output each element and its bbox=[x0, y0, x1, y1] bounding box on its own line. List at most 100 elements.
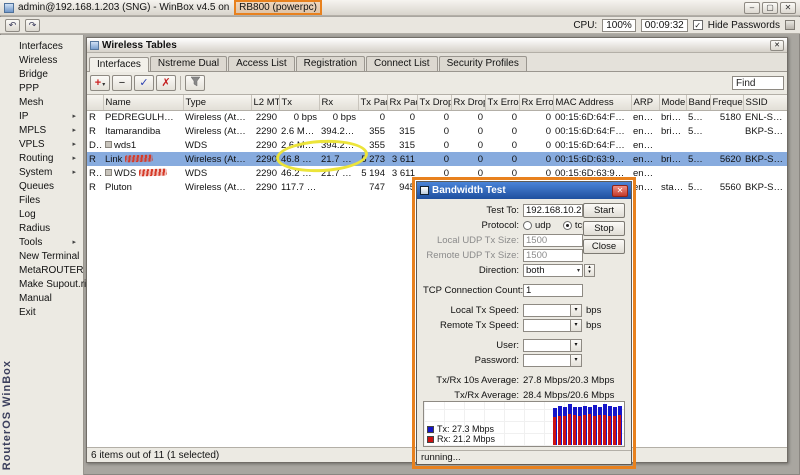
local-tx-dropdown-icon[interactable]: ▾ bbox=[571, 304, 582, 317]
table-cell: 5GHz bbox=[686, 124, 710, 138]
sidebar-item-routing[interactable]: Routing▸ bbox=[16, 152, 81, 166]
avg-value: 28.4 Mbps/20.6 Mbps bbox=[523, 390, 614, 401]
remote-tx-dropdown-icon[interactable]: ▾ bbox=[571, 319, 582, 332]
column-header[interactable]: Tx Drops bbox=[417, 95, 451, 110]
dialog-close-icon[interactable]: ✕ bbox=[612, 185, 628, 197]
sidebar-item-queues[interactable]: Queues bbox=[16, 180, 81, 194]
column-header[interactable]: Rx Errors bbox=[519, 95, 553, 110]
password-input[interactable] bbox=[523, 354, 571, 367]
column-header[interactable]: Tx Errors bbox=[485, 95, 519, 110]
sidebar-item-mesh[interactable]: Mesh bbox=[16, 96, 81, 110]
table-cell: 2290 bbox=[251, 124, 279, 138]
tab-access-list[interactable]: Access List bbox=[228, 56, 295, 71]
filter-icon[interactable] bbox=[185, 75, 205, 91]
maximize-button[interactable]: ▢ bbox=[762, 2, 778, 14]
remote-tx-speed-input[interactable] bbox=[523, 319, 571, 332]
undo-icon[interactable]: ↶ bbox=[5, 19, 20, 32]
redaction-mark bbox=[125, 155, 153, 163]
bandwidth-dialog-titlebar[interactable]: Bandwidth Test ✕ bbox=[417, 182, 631, 199]
column-header[interactable]: Mode bbox=[659, 95, 686, 110]
sidebar-item-files[interactable]: Files bbox=[16, 194, 81, 208]
interface-row[interactable]: RAWDSWDS229046.2 Mbps21.7 Mbps5 1943 611… bbox=[87, 166, 787, 180]
wireless-tables-titlebar[interactable]: Wireless Tables ✕ bbox=[87, 38, 787, 53]
column-header[interactable] bbox=[87, 95, 103, 110]
disable-button[interactable]: ✗ bbox=[156, 75, 176, 91]
table-cell: BKP-SN... bbox=[743, 180, 787, 194]
table-cell: enabled bbox=[631, 166, 659, 180]
add-button[interactable]: +▾ bbox=[90, 75, 110, 91]
stop-button[interactable]: Stop bbox=[583, 221, 625, 236]
sidebar-item-ip[interactable]: IP▸ bbox=[16, 110, 81, 124]
sidebar-item-wireless[interactable]: Wireless bbox=[16, 54, 81, 68]
table-cell: 00:15:6D:63:93:AB bbox=[553, 152, 631, 166]
hide-passwords-checkbox[interactable]: ✓ bbox=[693, 20, 703, 30]
start-button[interactable]: Start bbox=[583, 203, 625, 218]
interface-row[interactable]: RPEDREGULHO-CACA...Wireless (Atheros AR5… bbox=[87, 110, 787, 124]
column-header[interactable]: Band bbox=[686, 95, 710, 110]
column-header[interactable]: Tx bbox=[279, 95, 319, 110]
test-to-input[interactable]: 192.168.10.2 bbox=[523, 204, 583, 217]
tab-interfaces[interactable]: Interfaces bbox=[89, 57, 149, 72]
column-header[interactable]: Type bbox=[183, 95, 251, 110]
table-cell: R bbox=[87, 110, 103, 124]
find-button[interactable]: Find bbox=[732, 76, 784, 90]
column-header[interactable]: L2 MTU bbox=[251, 95, 279, 110]
user-dropdown-icon[interactable]: ▾ bbox=[571, 339, 582, 352]
sidebar-item-label: Bridge bbox=[19, 68, 48, 82]
wireless-close-icon[interactable]: ✕ bbox=[770, 40, 784, 51]
sidebar-item-system[interactable]: System▸ bbox=[16, 166, 81, 180]
minimize-button[interactable]: – bbox=[744, 2, 760, 14]
column-header[interactable]: ARP bbox=[631, 95, 659, 110]
sidebar-item-metarouter[interactable]: MetaROUTER bbox=[16, 264, 81, 278]
interface-row[interactable]: RLinkWireless (Atheros AR5...229046.8 Mb… bbox=[87, 152, 787, 166]
submenu-arrow-icon: ▸ bbox=[72, 110, 76, 124]
sidebar-item-vpls[interactable]: VPLS▸ bbox=[16, 138, 81, 152]
sidebar-item-log[interactable]: Log bbox=[16, 208, 81, 222]
column-header[interactable]: Frequen... bbox=[710, 95, 743, 110]
tab-security-profiles[interactable]: Security Profiles bbox=[439, 56, 527, 71]
direction-select[interactable]: both ▾ bbox=[523, 264, 583, 277]
test-to-label: Test To: bbox=[423, 205, 523, 216]
close-icon[interactable]: ✕ bbox=[780, 2, 796, 14]
protocol-tcp-radio[interactable] bbox=[563, 221, 572, 230]
sidebar-item-exit[interactable]: Exit bbox=[16, 306, 81, 320]
column-header[interactable]: Tx Pac... bbox=[358, 95, 387, 110]
tcp-count-input[interactable]: 1 bbox=[523, 284, 583, 297]
redo-icon[interactable]: ↷ bbox=[25, 19, 40, 32]
tab-connect-list[interactable]: Connect List bbox=[366, 56, 438, 71]
remove-button[interactable]: − bbox=[112, 75, 132, 91]
close-button[interactable]: Close bbox=[583, 239, 625, 254]
sidebar-item-manual[interactable]: Manual bbox=[16, 292, 81, 306]
column-header[interactable]: SSID bbox=[743, 95, 787, 110]
user-input[interactable] bbox=[523, 339, 571, 352]
sidebar-item-bridge[interactable]: Bridge bbox=[16, 68, 81, 82]
interface-row[interactable]: DRAwds1WDS22902.6 Mbps394.2 kbps35531500… bbox=[87, 138, 787, 152]
sidebar-item-new-terminal[interactable]: New Terminal bbox=[16, 250, 81, 264]
password-dropdown-icon[interactable]: ▾ bbox=[571, 354, 582, 367]
sidebar-item-mpls[interactable]: MPLS▸ bbox=[16, 124, 81, 138]
tab-nstreme-dual[interactable]: Nstreme Dual bbox=[150, 56, 227, 71]
column-header[interactable]: Rx bbox=[319, 95, 358, 110]
interface-row[interactable]: RItamarandibaWireless (Atheros AR5...229… bbox=[87, 124, 787, 138]
column-header[interactable]: MAC Address bbox=[553, 95, 631, 110]
enable-button[interactable]: ✓ bbox=[134, 75, 154, 91]
table-cell: enabled bbox=[631, 138, 659, 152]
local-tx-speed-input[interactable] bbox=[523, 304, 571, 317]
column-header[interactable]: Rx Drops bbox=[451, 95, 485, 110]
sidebar-item-tools[interactable]: Tools▸ bbox=[16, 236, 81, 250]
protocol-udp-radio[interactable] bbox=[523, 221, 532, 230]
sidebar-item-ppp[interactable]: PPP bbox=[16, 82, 81, 96]
tab-registration[interactable]: Registration bbox=[296, 56, 365, 71]
sidebar-item-interfaces[interactable]: Interfaces bbox=[16, 40, 81, 54]
winbox-app-icon bbox=[4, 3, 14, 13]
bandwidth-dialog-body: Test To: 192.168.10.2 Protocol: udp tcp … bbox=[417, 199, 631, 450]
table-header-row: NameTypeL2 MTUTxRxTx Pac...Rx Pac...Tx D… bbox=[87, 95, 787, 110]
table-cell: 5 194 bbox=[358, 166, 387, 180]
column-header[interactable]: Rx Pac... bbox=[387, 95, 417, 110]
protocol-udp-label: udp bbox=[535, 220, 551, 231]
sidebar-item-make-supout-rif[interactable]: Make Supout.rif bbox=[16, 278, 81, 292]
direction-spinner[interactable]: ▴ ▾ bbox=[584, 264, 595, 277]
sidebar-item-radius[interactable]: Radius bbox=[16, 222, 81, 236]
column-header[interactable]: Name bbox=[103, 95, 183, 110]
chevron-down-icon: ▾ bbox=[102, 82, 105, 88]
